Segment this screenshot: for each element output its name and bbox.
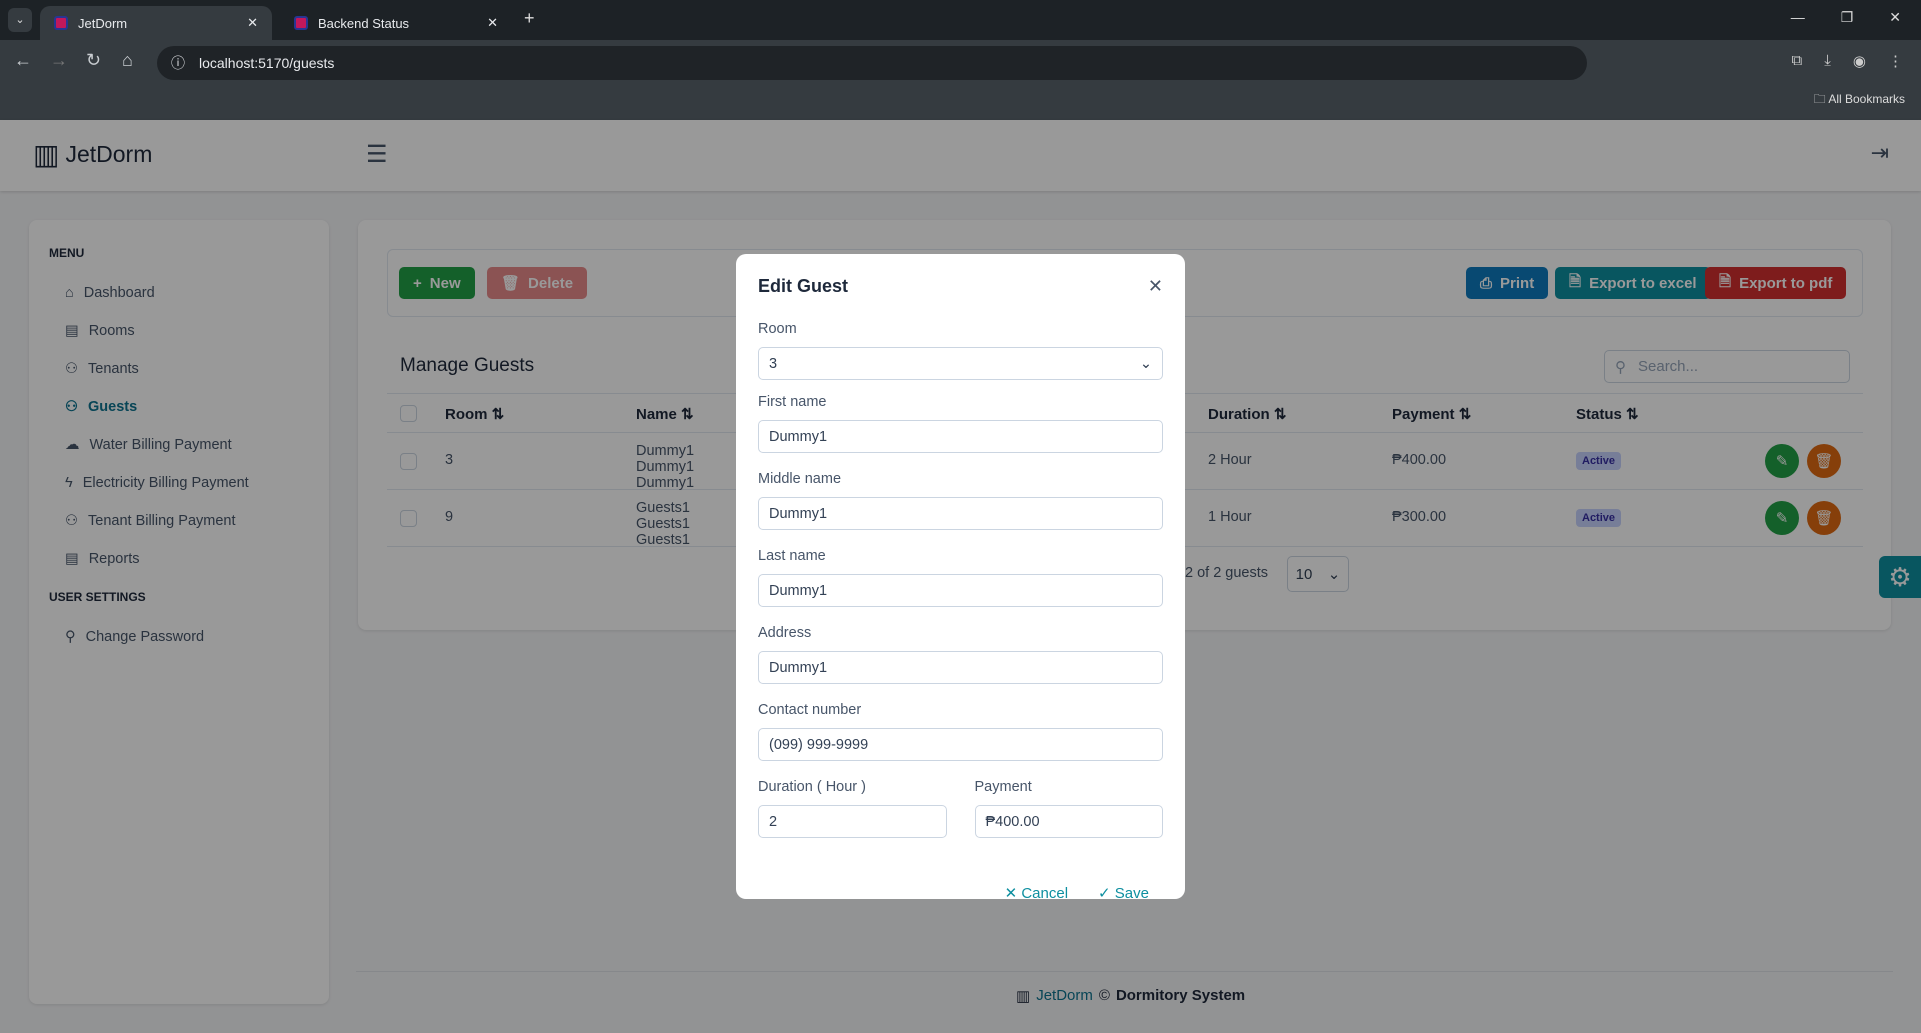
profile-icon[interactable]: ◉ <box>1853 52 1866 70</box>
tab-backend-status[interactable]: Backend Status ✕ <box>280 6 512 40</box>
minimize-icon[interactable]: — <box>1791 9 1805 26</box>
contact-label: Contact number <box>758 702 862 718</box>
modal-title: Edit Guest <box>758 276 849 296</box>
first-name-input[interactable]: Dummy1 <box>758 420 1163 453</box>
save-button[interactable]: ✓ Save <box>1098 884 1149 902</box>
close-icon[interactable]: ✕ <box>1148 276 1163 297</box>
window-controls: — ❐ ✕ <box>1791 9 1901 26</box>
forward-icon[interactable]: → <box>50 50 68 71</box>
favicon-icon <box>54 16 68 30</box>
last-name-label: Last name <box>758 548 826 564</box>
room-label: Room <box>758 321 797 337</box>
extensions-icon[interactable]: ⧉ <box>1792 52 1803 70</box>
middle-name-label: Middle name <box>758 471 842 487</box>
check-icon: ✓ <box>1098 885 1111 902</box>
restore-icon[interactable]: ❐ <box>1841 9 1854 26</box>
menu-icon[interactable]: ⋮ <box>1888 52 1903 70</box>
first-name-label: First name <box>758 394 827 410</box>
middle-name-input[interactable]: Dummy1 <box>758 497 1163 530</box>
duration-label: Duration ( Hour ) <box>758 779 866 795</box>
close-window-icon[interactable]: ✕ <box>1889 9 1901 26</box>
site-info-icon[interactable]: ⓘ <box>171 53 185 73</box>
chevron-down-icon: ⌄ <box>1139 355 1152 372</box>
extensions-area: ⧉ ⤓ ◉ ⋮ <box>1792 52 1903 70</box>
browser-tab-bar: ⌄ JetDorm ✕ Backend Status ✕ + — ❐ ✕ <box>0 0 1921 40</box>
cancel-button[interactable]: ✕ Cancel <box>1005 884 1068 902</box>
tab-search-button[interactable]: ⌄ <box>8 8 32 32</box>
browser-toolbar: ← → ↻ ⌂ ⓘ localhost:5170/guests 🗀 All Boo… <box>0 40 1921 120</box>
favicon-icon <box>294 16 308 30</box>
last-name-input[interactable]: Dummy1 <box>758 574 1163 607</box>
reload-icon[interactable]: ↻ <box>86 50 101 71</box>
back-icon[interactable]: ← <box>14 50 32 71</box>
address-input[interactable]: Dummy1 <box>758 651 1163 684</box>
tab-jetdorm[interactable]: JetDorm ✕ <box>40 6 272 40</box>
address-label: Address <box>758 625 812 641</box>
room-select[interactable]: 3 ⌄ <box>758 347 1163 380</box>
payment-label: Payment <box>974 779 1032 795</box>
new-tab-button[interactable]: + <box>524 8 535 29</box>
download-icon[interactable]: ⤓ <box>1824 52 1831 70</box>
address-bar[interactable]: ⓘ localhost:5170/guests <box>157 46 1587 80</box>
contact-input[interactable]: (099) 999-9999 <box>758 728 1163 761</box>
edit-guest-modal: Edit Guest ✕ Room 3 ⌄ First name Dummy1 M… <box>736 254 1185 902</box>
duration-input[interactable]: 2 <box>758 805 947 838</box>
close-tab-icon[interactable]: ✕ <box>247 15 258 31</box>
close-tab-icon[interactable]: ✕ <box>487 15 498 31</box>
payment-input[interactable]: ₱400.00 <box>974 805 1163 838</box>
x-icon: ✕ <box>1004 885 1018 902</box>
all-bookmarks[interactable]: 🗀 All Bookmarks <box>1814 90 1905 111</box>
home-icon[interactable]: ⌂ <box>122 50 133 71</box>
